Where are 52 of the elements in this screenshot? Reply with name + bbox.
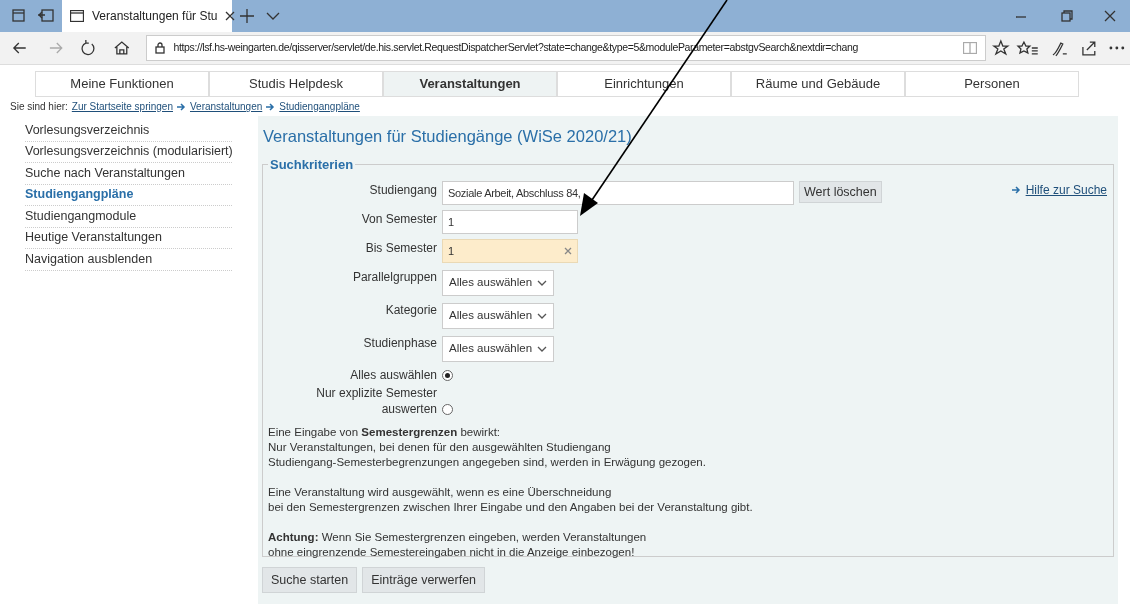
breadcrumb-link[interactable]: Zur Startseite springen [71,99,173,114]
sidebar-item[interactable]: Vorlesungsverzeichnis [25,120,232,142]
lock-icon [155,42,166,54]
dropdown[interactable]: Alles auswählen [442,270,554,296]
field-label: Von Semester [360,211,437,227]
info-paragraph: Eine Eingabe von Semestergrenzen bewirkt: Nur Veranstaltungen, bei denen für den ausgewählten Studiengang Studiengang-Semesterbegrenzungen angegeben sind, werden in Erwägung gezogen. [268,425,707,470]
sidebar-item[interactable]: Studiengangmodule [25,206,232,228]
form-button[interactable]: Suche starten [262,567,358,593]
field-label: Alles auswählen [349,367,437,383]
nav-tab[interactable]: Personen [905,71,1079,97]
arrow-icon [266,102,276,111]
radio-button[interactable] [442,370,453,381]
clear-icon[interactable] [564,247,572,255]
arrow-icon [177,102,186,111]
input-field[interactable]: 1 [442,210,578,234]
info-paragraph: Eine Veranstaltung wird ausgewählt, wenn es eine Überschneidung bei den Semestergrenzen zwischen Ihrer Eingabe und den Angaben bei der Veranstaltung gibt. [268,485,754,515]
sidebar-item[interactable]: Heutige Veranstaltungen [25,227,232,249]
sidebar-item[interactable]: Suche nach Veranstaltungen [25,163,232,185]
clear-value-button[interactable]: Wert löschen [799,181,882,203]
sidebar-item[interactable]: Studiengangpläne [25,184,232,206]
help-link[interactable]: Hilfe zur Suche [1025,181,1107,199]
nav-tab[interactable]: Räume und Gebäude [731,71,905,97]
field-label: Parallelgruppen [351,269,437,285]
page-title: Veranstaltungen für Studiengänge (WiSe 2020/21) [262,126,633,147]
breadcrumb-label: Sie sind hier: [10,100,68,114]
sidebar-item[interactable]: Vorlesungsverzeichnis (modularisiert) [25,141,232,163]
nav-tab[interactable]: Meine Funktionen [35,71,209,97]
info-paragraph: Achtung: Wenn Sie Semestergrenzen eingeben, werden Veranstaltungen ohne eingrenzende Semestereingaben nicht in die Anzeige einbezogen! [268,530,648,560]
browser-tab[interactable]: Veranstaltungen für Stu [62,0,232,32]
page-icon [70,10,84,22]
field-label: Studiengang [368,182,437,198]
chevron-down-icon [537,346,547,352]
arrow-icon [1011,186,1021,194]
field-label: Studienphase [362,335,437,351]
breadcrumb-link[interactable]: Veranstaltungen [190,99,263,114]
input-field[interactable]: Soziale Arbeit, Abschluss 84, [442,181,794,205]
field-label: Bis Semester [364,240,437,256]
chevron-down-icon [537,313,547,319]
tab-title: Veranstaltungen für Stu [92,8,218,25]
nav-tab[interactable]: Veranstaltungen [383,71,557,97]
radio-button[interactable] [442,404,453,415]
field-label: Nur explizite Semester auswerten [315,385,437,417]
field-label: Kategorie [384,302,437,318]
form-button[interactable]: Einträge verwerfen [362,567,486,593]
input-field[interactable]: 1 [442,239,578,263]
close-icon[interactable] [225,11,236,21]
dropdown[interactable]: Alles auswählen [442,303,554,329]
breadcrumb-link[interactable]: Studiengangpläne [279,99,360,114]
dropdown[interactable]: Alles auswählen [442,336,554,362]
chevron-down-icon [537,280,547,286]
nav-tab[interactable]: Studis Helpdesk [209,71,383,97]
sidebar-item[interactable]: Navigation ausblenden [25,249,232,271]
